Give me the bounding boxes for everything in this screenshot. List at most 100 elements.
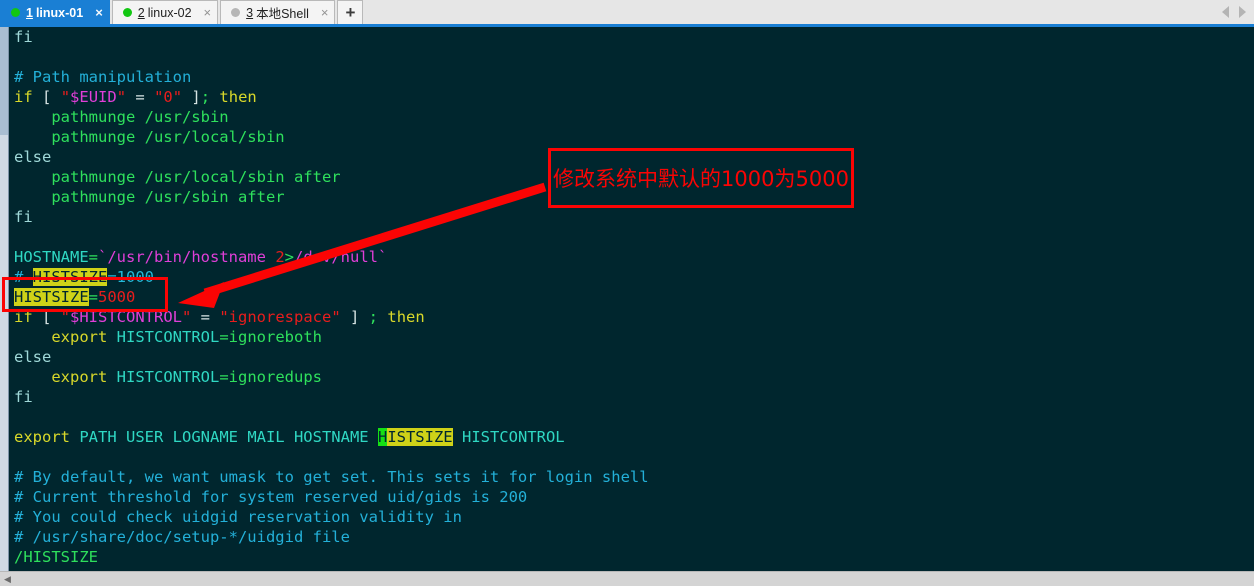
green-dot-icon bbox=[11, 8, 20, 17]
terminal-line: pathmunge /usr/local/sbin bbox=[10, 127, 1254, 147]
terminal-text: HISTCONTROL bbox=[116, 328, 220, 346]
annotation-note-text: 修改系统中默认的1000为5000 bbox=[553, 167, 849, 191]
terminal-line: export HISTCONTROL=ignoreboth bbox=[10, 327, 1254, 347]
terminal-text: # /usr/share/doc/setup-*/uidgid file bbox=[14, 528, 350, 546]
terminal-text: pathmunge /usr/local/sbin after bbox=[14, 168, 341, 186]
tab-label: 本地Shell bbox=[256, 7, 309, 21]
terminal-text: =1000 bbox=[107, 268, 154, 286]
terminal-text: pathmunge /usr/sbin after bbox=[14, 188, 285, 206]
horizontal-scrollbar[interactable]: ◀ bbox=[0, 571, 1254, 586]
tab-label: linux-01 bbox=[35, 5, 84, 20]
tab-number: 1 bbox=[26, 5, 33, 20]
vertical-scrollbar-thumb[interactable] bbox=[0, 27, 8, 135]
terminal-text: H bbox=[377, 428, 388, 446]
terminal-line: # HISTSIZE=1000 bbox=[10, 267, 1254, 287]
terminal-line: if [ "$EUID" = "0" ]; then bbox=[10, 87, 1254, 107]
tab-number: 2 bbox=[137, 5, 145, 20]
terminal-text: = bbox=[126, 88, 155, 106]
terminal-line: # You could check uidgid reservation val… bbox=[10, 507, 1254, 527]
terminal-text: 2 bbox=[275, 248, 285, 266]
terminal-text: ] bbox=[182, 88, 201, 106]
scroll-left-icon[interactable]: ◀ bbox=[0, 572, 15, 586]
terminal-text: $HISTCONTROL bbox=[70, 308, 182, 326]
terminal-text: = bbox=[88, 248, 98, 266]
terminal-text: = bbox=[88, 288, 98, 306]
terminal-text: if bbox=[14, 88, 33, 106]
terminal-text: = bbox=[219, 368, 229, 386]
terminal-text: = bbox=[191, 308, 220, 326]
terminal-text: 5000 bbox=[98, 288, 136, 306]
terminal-line: # /usr/share/doc/setup-*/uidgid file bbox=[10, 527, 1254, 547]
terminal-text: `/usr/bin/hostname bbox=[98, 248, 276, 266]
terminal-text: $EUID bbox=[70, 88, 117, 106]
terminal-text: ignoreboth bbox=[228, 328, 322, 346]
terminal-text: ignoredups bbox=[228, 368, 322, 386]
chevron-right-icon[interactable] bbox=[1239, 6, 1246, 18]
close-icon[interactable]: × bbox=[204, 6, 212, 19]
terminal-line: HOSTNAME=`/usr/bin/hostname 2>/dev/null` bbox=[10, 247, 1254, 267]
terminal-text: fi bbox=[14, 28, 33, 46]
terminal-text: export bbox=[51, 328, 108, 346]
terminal-text: ; bbox=[368, 308, 379, 326]
terminal-text: pathmunge /usr/local/sbin bbox=[14, 128, 285, 146]
terminal-text: export bbox=[14, 428, 70, 446]
tab-number: 3 bbox=[246, 5, 254, 20]
new-tab-button[interactable]: + bbox=[337, 0, 364, 24]
terminal-panel[interactable]: fi # Path manipulation if [ "$EUID" = "0"… bbox=[0, 27, 1254, 586]
terminal-line: # Current threshold for system reserved … bbox=[10, 487, 1254, 507]
close-icon[interactable]: × bbox=[321, 6, 329, 19]
tab-linux-02[interactable]: 2 linux-02 × bbox=[111, 0, 219, 24]
terminal-screen[interactable]: fi # Path manipulation if [ "$EUID" = "0"… bbox=[10, 27, 1254, 571]
terminal-text: then bbox=[387, 308, 425, 326]
terminal-text: then bbox=[219, 88, 257, 106]
terminal-text: if bbox=[14, 308, 33, 326]
tab-label: linux-02 bbox=[147, 5, 192, 20]
terminal-text: fi bbox=[14, 388, 33, 406]
tab-linux-01[interactable]: 1 linux-01 × bbox=[0, 0, 110, 24]
terminal-text: # Current threshold for system reserved … bbox=[14, 488, 528, 506]
terminal-line: export PATH USER LOGNAME MAIL HOSTNAME H… bbox=[10, 427, 1254, 447]
terminal-text: else bbox=[14, 348, 52, 366]
terminal-text: HISTSIZE bbox=[14, 288, 89, 306]
vertical-scrollbar[interactable] bbox=[0, 27, 9, 571]
tab-local-shell[interactable]: 3 本地Shell × bbox=[220, 0, 336, 24]
terminal-line: # Path manipulation bbox=[10, 67, 1254, 87]
terminal-line: HISTSIZE=5000 bbox=[10, 287, 1254, 307]
horizontal-scrollbar-track[interactable] bbox=[15, 572, 1254, 586]
terminal-line: pathmunge /usr/sbin bbox=[10, 107, 1254, 127]
terminal-text: else bbox=[14, 148, 52, 166]
terminal-text: HISTCONTROL bbox=[116, 368, 220, 386]
terminal-text: export bbox=[51, 368, 108, 386]
terminal-text: " bbox=[60, 88, 71, 106]
terminal-text: /dev/null` bbox=[294, 248, 388, 266]
terminal-text: [ bbox=[42, 88, 52, 106]
tab-bar: 1 linux-01 × 2 linux-02 × 3 本地Shell × + bbox=[0, 0, 1254, 27]
annotation-note-box: 修改系统中默认的1000为5000 bbox=[548, 148, 854, 208]
terminal-line: export HISTCONTROL=ignoredups bbox=[10, 367, 1254, 387]
terminal-text: # By default, we want umask to get set. … bbox=[14, 468, 649, 486]
terminal-text: = bbox=[219, 328, 229, 346]
terminal-text: "ignorespace" bbox=[219, 308, 341, 326]
gray-dot-icon bbox=[231, 8, 241, 17]
terminal-text: HOSTNAME bbox=[14, 248, 89, 266]
terminal-text: ISTSIZE bbox=[387, 428, 453, 446]
close-icon[interactable]: × bbox=[95, 6, 103, 19]
terminal-line: # By default, we want umask to get set. … bbox=[10, 467, 1254, 487]
terminal-text: PATH USER LOGNAME MAIL HOSTNAME bbox=[79, 428, 378, 446]
terminal-text: ; bbox=[200, 88, 211, 106]
terminal-text: # You could check uidgid reservation val… bbox=[14, 508, 462, 526]
chevron-left-icon[interactable] bbox=[1222, 6, 1229, 18]
terminal-text: HISTCONTROL bbox=[461, 428, 565, 446]
terminal-line: fi bbox=[10, 27, 1254, 47]
